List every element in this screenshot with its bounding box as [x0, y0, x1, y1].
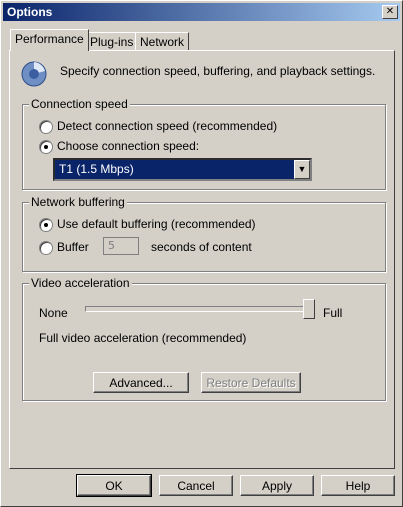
help-button[interactable]: Help — [321, 475, 395, 496]
choose-speed-label[interactable]: Choose connection speed: — [57, 139, 199, 153]
restore-defaults-label: Restore Defaults — [206, 376, 296, 390]
close-icon: ✕ — [385, 6, 395, 17]
advanced-button[interactable]: Advanced... — [93, 372, 189, 393]
tab-network[interactable]: Network — [135, 32, 190, 51]
buffer-seconds-suffix: seconds of content — [151, 240, 252, 254]
slider-max-label: Full — [323, 306, 343, 320]
cancel-label: Cancel — [177, 479, 215, 493]
default-buffering-label[interactable]: Use default buffering (recommended) — [57, 217, 256, 231]
detect-speed-radio[interactable] — [39, 120, 53, 134]
restore-defaults-button: Restore Defaults — [201, 372, 301, 393]
ok-label: OK — [105, 479, 123, 493]
connection-speed-select[interactable]: T1 (1.5 Mbps) ▼ — [53, 158, 312, 181]
slider-min-label: None — [39, 306, 68, 320]
title-bar[interactable]: Options ✕ — [3, 3, 400, 21]
tab-performance[interactable]: Performance — [10, 29, 89, 51]
tab-plug-ins[interactable]: Plug-ins — [85, 32, 139, 51]
tab-label: Plug-ins — [90, 35, 134, 49]
apply-button[interactable]: Apply — [240, 475, 314, 496]
choose-speed-radio[interactable] — [39, 140, 53, 154]
help-label: Help — [345, 479, 371, 493]
cancel-button[interactable]: Cancel — [159, 475, 233, 496]
apply-label: Apply — [261, 479, 293, 493]
close-button[interactable]: ✕ — [382, 5, 398, 19]
custom-buffer-radio[interactable] — [39, 241, 53, 255]
default-buffering-radio[interactable] — [39, 218, 53, 232]
ok-button[interactable]: OK — [76, 474, 152, 497]
network-buffering-group: Network buffering Use default buffering … — [22, 195, 386, 272]
connection-speed-value: T1 (1.5 Mbps) — [59, 162, 134, 176]
advanced-button-label: Advanced... — [109, 376, 173, 390]
connection-speed-group: Connection speed Detect connection speed… — [22, 97, 386, 190]
window-title: Options — [7, 5, 53, 19]
detect-speed-label[interactable]: Detect connection speed (recommended) — [57, 119, 277, 133]
performance-gauge-icon — [21, 61, 47, 87]
video-acceleration-status: Full video acceleration (recommended) — [39, 331, 247, 345]
buffer-seconds-input[interactable]: 5 — [103, 237, 139, 255]
video-acceleration-group: Video acceleration None Full Full video … — [22, 276, 386, 401]
custom-buffer-label[interactable]: Buffer — [57, 240, 89, 254]
options-dialog: Options ✕ Performance Plug-ins Network S… — [0, 0, 403, 507]
connection-speed-legend: Connection speed — [29, 97, 130, 111]
video-acceleration-slider[interactable] — [85, 306, 315, 312]
video-acceleration-legend: Video acceleration — [29, 276, 132, 290]
network-buffering-legend: Network buffering — [29, 195, 127, 209]
intro-text: Specify connection speed, buffering, and… — [60, 64, 376, 78]
tab-label: Performance — [15, 32, 84, 46]
chevron-down-icon[interactable]: ▼ — [294, 160, 310, 179]
tab-label: Network — [140, 35, 185, 49]
performance-panel: Specify connection speed, buffering, and… — [9, 50, 395, 469]
slider-thumb[interactable] — [303, 299, 315, 319]
